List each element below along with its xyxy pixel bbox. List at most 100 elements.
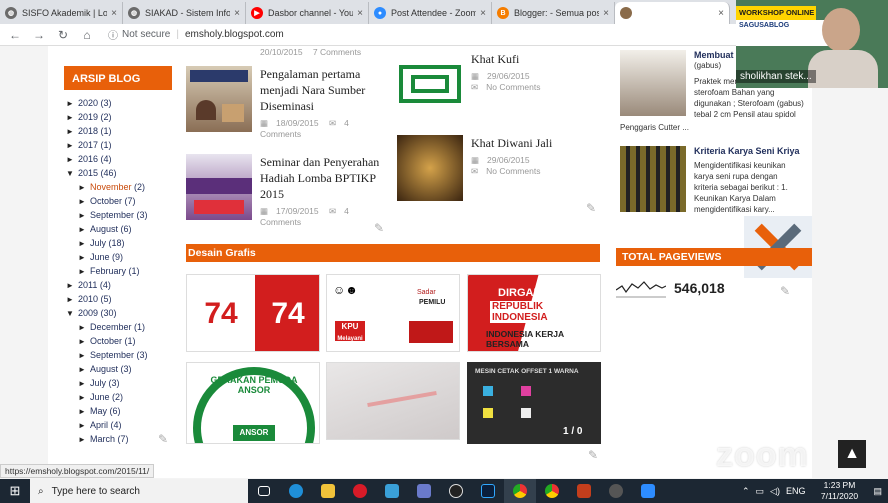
archive-item[interactable]: ► June (9) <box>64 250 172 264</box>
wrench-icon[interactable]: ✎ <box>780 284 790 298</box>
archive-item-label[interactable]: February <box>90 266 126 276</box>
archive-item-label[interactable]: 2016 <box>78 154 98 164</box>
archive-item[interactable]: ► March (7) <box>64 432 172 446</box>
notification-icon[interactable]: ▤ <box>873 486 882 497</box>
archive-item-label[interactable]: 2009 <box>78 308 98 318</box>
triangle-right-icon[interactable]: ► <box>66 139 78 153</box>
archive-item-label[interactable]: December <box>90 322 132 332</box>
archive-item-label[interactable]: 2019 <box>78 112 98 122</box>
triangle-right-icon[interactable]: ► <box>78 265 90 279</box>
triangle-down-icon[interactable]: ▼ <box>66 167 78 181</box>
volume-icon[interactable]: ◁) <box>770 486 780 497</box>
gallery-image[interactable]: GERAKAN PEMUDA ANSOR ANSOR <box>186 362 320 444</box>
triangle-right-icon[interactable]: ► <box>66 111 78 125</box>
archive-item-label[interactable]: September <box>90 350 134 360</box>
forward-icon[interactable]: → <box>30 28 48 42</box>
archive-item-label[interactable]: 2015 <box>78 168 98 178</box>
triangle-right-icon[interactable]: ► <box>78 209 90 223</box>
post-item[interactable]: Seminar dan Penyerahan Hadiah Lomba BPTI… <box>186 154 390 227</box>
wrench-icon[interactable]: ✎ <box>588 448 598 462</box>
archive-item-label[interactable]: 2010 <box>78 294 98 304</box>
scroll-top-button[interactable]: ▲ <box>838 440 866 468</box>
info-icon[interactable]: ⓘ <box>108 27 118 42</box>
address-bar[interactable]: ⓘ Not secure | emsholy.blogspot.com <box>108 26 728 44</box>
triangle-right-icon[interactable]: ► <box>66 153 78 167</box>
zoom-icon[interactable] <box>632 479 664 503</box>
archive-item[interactable]: ► June (2) <box>64 390 172 404</box>
post-item[interactable]: Khat Diwani Jali ▦ 29/06/2015 ✉ No Comment… <box>397 135 597 201</box>
post-item[interactable]: Khat Kufi ▦ 29/06/2015 ✉ No Comments <box>397 51 597 117</box>
triangle-right-icon[interactable]: ► <box>78 405 90 419</box>
wrench-icon[interactable]: ✎ <box>586 201 596 215</box>
tab-close-icon[interactable]: × <box>718 8 724 19</box>
gallery-image[interactable] <box>326 362 460 440</box>
gallery-image[interactable]: MESIN CETAK OFFSET 1 WARNA 1 / 0 <box>467 362 601 444</box>
chrome-icon[interactable] <box>504 479 536 503</box>
triangle-right-icon[interactable]: ► <box>78 349 90 363</box>
archive-item-label[interactable]: October <box>90 336 122 346</box>
triangle-right-icon[interactable]: ► <box>78 251 90 265</box>
triangle-down-icon[interactable]: ▼ <box>66 307 78 321</box>
archive-item[interactable]: ► September (3) <box>64 348 172 362</box>
archive-item[interactable]: ► July (18) <box>64 236 172 250</box>
archive-item-label[interactable]: November <box>90 182 132 192</box>
taskbar-search[interactable]: ⌕ Type here to search <box>30 479 248 503</box>
triangle-right-icon[interactable]: ► <box>78 433 90 447</box>
post-title[interactable]: Khat Kufi <box>471 51 540 67</box>
triangle-right-icon[interactable]: ► <box>78 181 90 195</box>
archive-item-label[interactable]: July <box>90 378 106 388</box>
post-thumbnail[interactable] <box>620 50 686 116</box>
post-title[interactable]: Pengalaman pertama menjadi Nara Sumber D… <box>260 66 390 114</box>
archive-item-label[interactable]: June <box>90 252 110 262</box>
browser-tab[interactable]: ◍ SISFO Akademik | Log... × <box>0 2 123 24</box>
triangle-right-icon[interactable]: ► <box>78 363 90 377</box>
tab-close-icon[interactable]: × <box>111 8 117 19</box>
back-icon[interactable]: ← <box>6 28 24 42</box>
browser-tab[interactable]: × <box>615 2 730 24</box>
clock[interactable]: 1:23 PM 7/11/2020 <box>811 480 867 502</box>
post-title[interactable]: Seminar dan Penyerahan Hadiah Lomba BPTI… <box>260 154 390 202</box>
browser-tab[interactable]: ● Post Attendee - Zoom × <box>369 2 492 24</box>
archive-item-label[interactable]: April <box>90 420 108 430</box>
task-view-icon[interactable] <box>248 479 280 503</box>
archive-item[interactable]: ► 2011 (4) <box>64 278 172 292</box>
archive-item-label[interactable]: July <box>90 238 106 248</box>
wrench-icon[interactable]: ✎ <box>374 221 384 235</box>
triangle-right-icon[interactable]: ► <box>78 223 90 237</box>
archive-item[interactable]: ► 2017 (1) <box>64 138 172 152</box>
chrome-icon[interactable] <box>536 479 568 503</box>
opera-icon[interactable] <box>344 479 376 503</box>
archive-item[interactable]: ► October (7) <box>64 194 172 208</box>
app-icon[interactable] <box>440 479 472 503</box>
archive-item[interactable]: ► 2016 (4) <box>64 152 172 166</box>
archive-item-label[interactable]: June <box>90 392 110 402</box>
archive-item-label[interactable]: September <box>90 210 134 220</box>
archive-item[interactable]: ► October (1) <box>64 334 172 348</box>
archive-item[interactable]: ► 2018 (1) <box>64 124 172 138</box>
archive-item[interactable]: ► July (3) <box>64 376 172 390</box>
browser-tab[interactable]: ◍ SIAKAD - Sistem Inform...× <box>123 2 246 24</box>
post-item[interactable]: Pengalaman pertama menjadi Nara Sumber D… <box>186 66 390 139</box>
triangle-right-icon[interactable]: ► <box>78 391 90 405</box>
powerpoint-icon[interactable] <box>568 479 600 503</box>
explorer-icon[interactable] <box>312 479 344 503</box>
archive-item-label[interactable]: 2018 <box>78 126 98 136</box>
edge-icon[interactable] <box>280 479 312 503</box>
language-indicator[interactable]: ENG <box>786 486 806 496</box>
archive-item[interactable]: ► 2010 (5) <box>64 292 172 306</box>
home-icon[interactable]: ⌂ <box>78 28 96 42</box>
network-icon[interactable]: ▭ <box>756 486 765 497</box>
archive-item[interactable]: ► May (6) <box>64 404 172 418</box>
triangle-right-icon[interactable]: ► <box>78 237 90 251</box>
archive-item[interactable]: ► August (6) <box>64 222 172 236</box>
archive-item[interactable]: ► April (4) <box>64 418 172 432</box>
archive-item[interactable]: ► September (3) <box>64 208 172 222</box>
triangle-right-icon[interactable]: ► <box>78 335 90 349</box>
archive-item[interactable]: ► December (1) <box>64 320 172 334</box>
url-text[interactable]: emsholy.blogspot.com <box>185 29 284 40</box>
triangle-right-icon[interactable]: ► <box>78 377 90 391</box>
archive-item-label[interactable]: March <box>90 434 115 444</box>
post-title[interactable]: Khat Diwani Jali <box>471 135 552 151</box>
browser-tab[interactable]: ▶ Dasbor channel - YouT...× <box>246 2 369 24</box>
triangle-right-icon[interactable]: ► <box>66 293 78 307</box>
